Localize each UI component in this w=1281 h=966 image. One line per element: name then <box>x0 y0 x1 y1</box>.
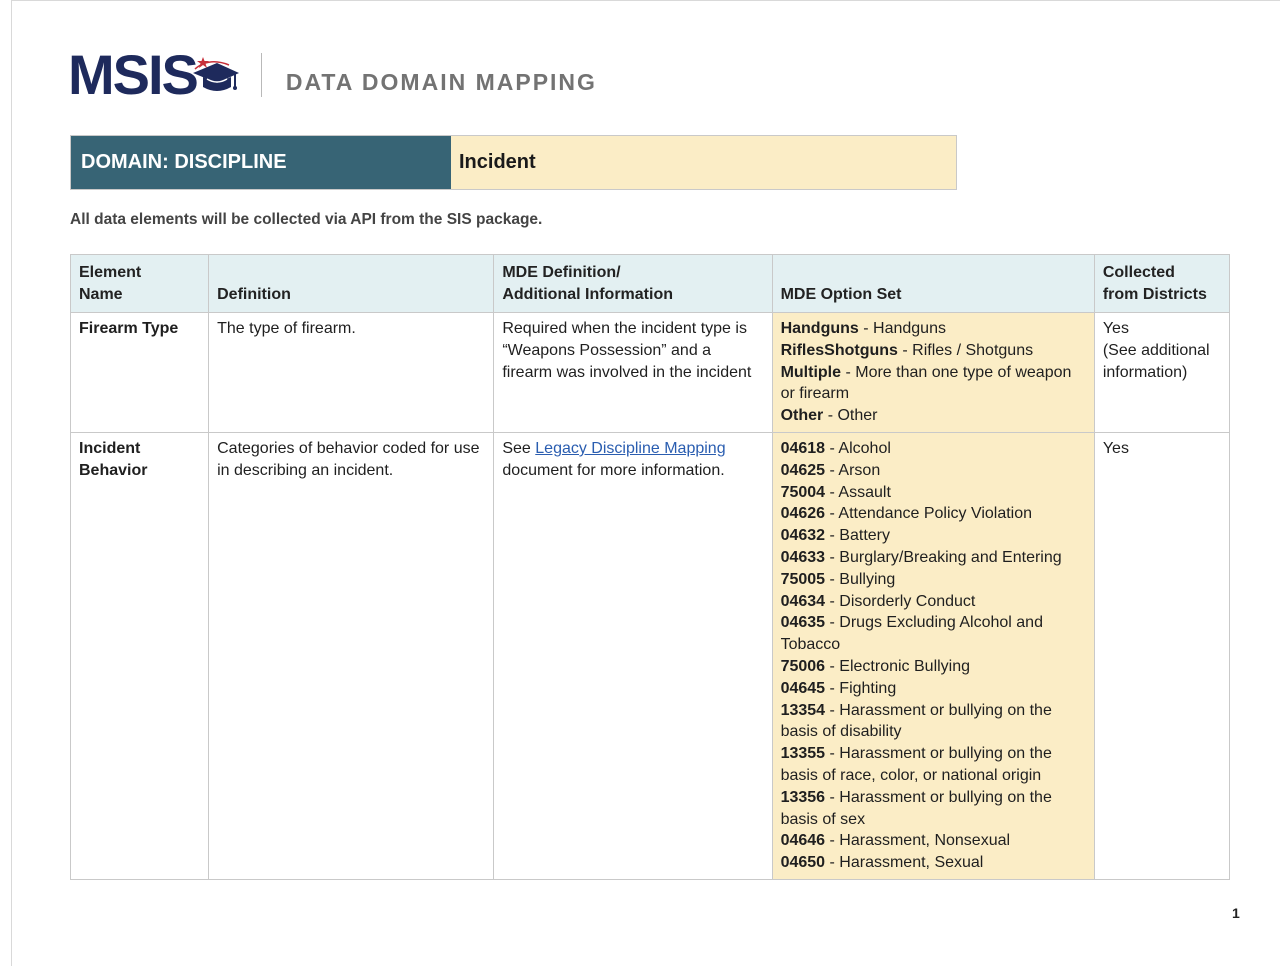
table-row-incident-behavior: Incident Behavior Categories of behavior… <box>69 432 1231 880</box>
option-item: 04633 - Burglary/Breaking and Entering <box>781 547 1086 569</box>
element-name-cell: Firearm Type <box>69 312 210 433</box>
collected-value: Yes <box>1102 320 1129 337</box>
table-row-firearm-type: Firearm Type The type of firearm. Requir… <box>69 312 1231 433</box>
option-item: 04635 - Drugs Excluding Alcohol and Toba… <box>781 612 1086 656</box>
option-code: 04633 <box>780 548 826 566</box>
legacy-discipline-mapping-link[interactable]: Legacy Discipline Mapping <box>535 440 725 457</box>
option-desc: - Attendance Policy Violation <box>825 505 1033 523</box>
option-code: 04626 <box>780 505 826 523</box>
option-code: 75004 <box>780 483 826 501</box>
collection-note: All data elements will be collected via … <box>70 211 543 228</box>
mde-definition-cell: Required when the incident type is “Weap… <box>493 312 773 433</box>
option-item: 04632 - Battery <box>781 525 1086 547</box>
option-code: Handguns <box>780 320 859 337</box>
option-desc: - Electronic Bullying <box>825 657 971 675</box>
option-desc: - Fighting <box>825 679 897 697</box>
option-code: 04625 <box>780 461 826 479</box>
option-item: RiflesShotguns - Rifles / Shotguns <box>781 340 1086 362</box>
document-page: MSIS DATA DOMAIN MAPPING DOMAIN: DISCIPL… <box>11 0 1280 966</box>
option-desc: - Harassment, Nonsexual <box>825 832 1011 850</box>
header-element-name-line2: Name <box>79 286 123 304</box>
mde-definition-cell: See Legacy Discipline Mapping document f… <box>493 432 773 880</box>
option-code: 13355 <box>780 745 826 763</box>
header-divider <box>260 53 262 97</box>
option-desc: - Assault <box>825 483 891 501</box>
option-code: 13356 <box>780 788 826 806</box>
option-desc: - Battery <box>825 527 890 545</box>
option-code: RiflesShotguns <box>780 341 898 359</box>
option-item: 04626 - Attendance Policy Violation <box>781 503 1086 525</box>
option-item: 75006 - Electronic Bullying <box>781 656 1086 678</box>
option-code: 04632 <box>780 527 826 545</box>
option-item: 13355 - Harassment or bullying on the ba… <box>781 743 1086 787</box>
mde-suffix: document for more information. <box>502 461 725 479</box>
option-item: 13354 - Harassment or bullying on the ba… <box>781 700 1086 744</box>
option-code: Multiple <box>780 363 842 381</box>
option-item: 04650 - Harassment, Sexual <box>781 852 1086 874</box>
option-desc: - Alcohol <box>825 440 891 457</box>
option-desc: - Other <box>823 407 878 425</box>
header-element-name: Element Name <box>69 254 210 313</box>
header-collected-line2: from Districts <box>1102 286 1207 304</box>
element-name-cell: Incident Behavior <box>69 432 210 880</box>
definition-cell: Categories of behavior coded for use in … <box>208 432 495 880</box>
msis-logo: MSIS <box>68 47 241 103</box>
option-item: 75005 - Bullying <box>781 569 1086 591</box>
option-code: 04635 <box>780 614 826 632</box>
option-code: 75005 <box>780 570 826 588</box>
option-code: 04646 <box>780 832 826 850</box>
header-element-name-line1: Element <box>79 264 142 282</box>
domain-subject: Incident <box>451 136 956 189</box>
option-item: 04645 - Fighting <box>781 678 1086 700</box>
option-code: 04645 <box>780 679 826 697</box>
domain-bar: DOMAIN: DISCIPLINE Incident <box>70 135 957 190</box>
option-item: Other - Other <box>781 405 1086 427</box>
option-desc: - Burglary/Breaking and Entering <box>825 548 1062 566</box>
page-title: DATA DOMAIN MAPPING <box>285 68 597 95</box>
mapping-table: Element Name Definition MDE Definition/ … <box>69 254 1231 880</box>
option-item: 04625 - Arson <box>781 460 1086 482</box>
option-code: Other <box>780 407 824 425</box>
option-item: 75004 - Assault <box>781 482 1086 504</box>
option-desc: - Bullying <box>825 570 896 588</box>
option-desc: - Harassment, Sexual <box>825 854 984 872</box>
page-header: MSIS DATA DOMAIN MAPPING <box>68 45 597 105</box>
option-item: 04646 - Harassment, Nonsexual <box>781 830 1086 852</box>
option-desc: - Handguns <box>858 320 946 337</box>
mde-prefix: See <box>502 440 536 457</box>
collected-note: (See additional information) <box>1102 341 1210 381</box>
header-mde-definition: MDE Definition/ Additional Information <box>493 254 773 313</box>
option-item: 04618 - Alcohol <box>781 438 1086 460</box>
option-code: 04650 <box>780 854 826 872</box>
collected-cell: Yes <box>1093 432 1231 880</box>
option-desc: - Rifles / Shotguns <box>897 341 1034 359</box>
option-code: 04634 <box>780 592 826 610</box>
definition-cell: The type of firearm. <box>208 312 495 433</box>
option-code: 75006 <box>780 657 826 675</box>
option-item: Handguns - Handguns <box>781 318 1086 340</box>
table-header-row: Element Name Definition MDE Definition/ … <box>69 254 1231 313</box>
option-item: 13356 - Harassment or bullying on the ba… <box>781 787 1086 831</box>
header-definition: Definition <box>208 254 495 313</box>
option-desc: - Arson <box>825 461 881 479</box>
header-option-set: MDE Option Set <box>771 254 1095 313</box>
header-collected-line1: Collected <box>1102 264 1175 282</box>
option-desc: - Disorderly Conduct <box>825 592 976 610</box>
option-item: 04634 - Disorderly Conduct <box>781 591 1086 613</box>
option-code: 04618 <box>780 440 826 457</box>
graduation-cap-icon <box>189 55 241 102</box>
collected-cell: Yes (See additional information) <box>1093 312 1231 433</box>
page-number: 1 <box>1232 905 1240 921</box>
domain-label: DOMAIN: DISCIPLINE <box>71 136 451 189</box>
option-item: Multiple - More than one type of weapon … <box>781 362 1086 406</box>
header-mde-definition-line2: Additional Information <box>502 286 673 304</box>
option-set-cell: 04618 - Alcohol 04625 - Arson 75004 - As… <box>771 432 1095 880</box>
option-code: 13354 <box>780 701 826 719</box>
header-mde-definition-line1: MDE Definition/ <box>502 264 621 282</box>
option-set-cell: Handguns - Handguns RiflesShotguns - Rif… <box>771 312 1095 433</box>
logo-text: MSIS <box>68 43 199 106</box>
header-collected: Collected from Districts <box>1093 254 1231 313</box>
